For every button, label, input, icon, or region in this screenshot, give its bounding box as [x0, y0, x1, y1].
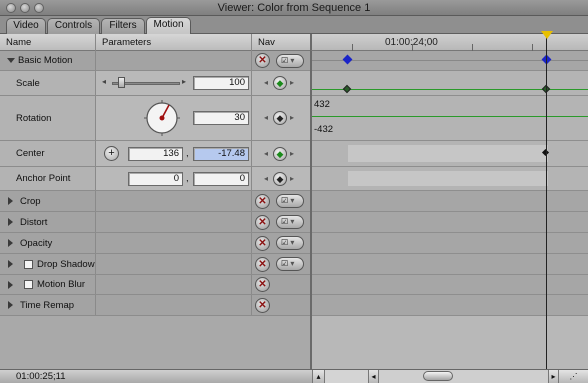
- tab-bar: Video Controls Filters Motion: [0, 16, 588, 35]
- center-separator: ,: [186, 148, 189, 159]
- center-x-field[interactable]: 136: [128, 147, 183, 161]
- tab-motion[interactable]: Motion: [146, 17, 191, 35]
- scroll-left-button[interactable]: ◂: [368, 370, 378, 383]
- column-nav-header[interactable]: Nav: [252, 34, 310, 51]
- window-close-button[interactable]: [6, 3, 16, 13]
- keyframe-menu-button[interactable]: ☑ ▾: [276, 236, 304, 250]
- reset-x-icon[interactable]: ✕: [255, 53, 270, 68]
- distort-label: Distort: [20, 217, 48, 228]
- column-parameters-header[interactable]: Parameters: [96, 34, 252, 51]
- rotation-label: Rotation: [16, 113, 52, 124]
- disclosure-triangle-closed-icon[interactable]: [8, 301, 13, 309]
- anchor-separator: ,: [186, 173, 189, 184]
- current-timecode[interactable]: 01:00:25;11: [2, 370, 72, 383]
- drop-shadow-label: Drop Shadow: [37, 259, 95, 270]
- window-minimize-button[interactable]: [20, 3, 30, 13]
- add-keyframe-icon[interactable]: ◆: [273, 147, 287, 161]
- rotation-min-label: -432: [314, 124, 334, 135]
- tab-video[interactable]: Video: [6, 18, 46, 34]
- disclosure-triangle-closed-icon[interactable]: [8, 197, 13, 205]
- center-y-field[interactable]: -17.48: [193, 147, 249, 161]
- prev-keyframe-icon[interactable]: ◂: [264, 149, 268, 158]
- reset-x-icon[interactable]: ✕: [255, 257, 270, 272]
- anchor-x-field[interactable]: 0: [128, 172, 183, 186]
- keyframe-menu-button[interactable]: ☑ ▾: [276, 257, 304, 271]
- disclosure-triangle-closed-icon[interactable]: [8, 260, 13, 268]
- next-keyframe-icon[interactable]: ▸: [290, 78, 294, 87]
- center-row: Center + 136 , -17.48 ◂ ◆ ▸: [0, 141, 310, 167]
- scale-label: Scale: [16, 78, 40, 89]
- rotation-dial[interactable]: [142, 98, 182, 138]
- scale-value-field[interactable]: 100: [193, 76, 249, 90]
- keyframe-menu-button[interactable]: ☑ ▾: [276, 194, 304, 208]
- params-empty-area: [0, 316, 310, 369]
- rotation-max-label: 432: [314, 99, 330, 110]
- scale-row: Scale ◂ ▸ 100 ◂ ◆ ▸: [0, 71, 310, 96]
- column-header: Name Parameters Nav: [0, 34, 310, 51]
- motion-blur-checkbox[interactable]: [24, 280, 33, 289]
- column-name-header[interactable]: Name: [0, 34, 96, 51]
- horizontal-scrollbar[interactable]: [378, 370, 548, 383]
- basic-motion-row: Basic Motion ✕ ☑ ▾: [0, 51, 310, 71]
- time-remap-label: Time Remap: [20, 300, 75, 311]
- playhead-handle[interactable]: [541, 31, 553, 39]
- scale-decrease-icon[interactable]: ◂: [102, 77, 106, 86]
- crop-label: Crop: [20, 196, 41, 207]
- drop-shadow-row: Drop Shadow ✕ ☑ ▾: [0, 254, 310, 275]
- next-keyframe-icon[interactable]: ▸: [290, 174, 294, 183]
- distort-row: Distort ✕ ☑ ▾: [0, 212, 310, 233]
- reset-x-icon[interactable]: ✕: [255, 236, 270, 251]
- center-crosshair-icon[interactable]: +: [104, 146, 119, 161]
- playhead[interactable]: [546, 34, 547, 370]
- disclosure-triangle-closed-icon[interactable]: [8, 239, 13, 247]
- disclosure-triangle-closed-icon[interactable]: [8, 218, 13, 226]
- window-zoom-button[interactable]: [34, 3, 44, 13]
- rotation-value-field[interactable]: 30: [193, 111, 249, 125]
- tab-filters[interactable]: Filters: [101, 18, 145, 34]
- keyframe-menu-button[interactable]: ☑ ▾: [276, 54, 304, 68]
- motion-blur-row: Motion Blur ✕: [0, 275, 310, 295]
- crop-row: Crop ✕ ☑ ▾: [0, 191, 310, 212]
- anchor-point-row: Anchor Point 0 , 0 ◂ ◆ ▸: [0, 167, 310, 191]
- reset-x-icon[interactable]: ✕: [255, 215, 270, 230]
- prev-keyframe-icon[interactable]: ◂: [264, 78, 268, 87]
- opacity-row: Opacity ✕ ☑ ▾: [0, 233, 310, 254]
- disclosure-triangle-closed-icon[interactable]: [8, 281, 13, 289]
- window-titlebar: Viewer: Color from Sequence 1: [0, 0, 588, 16]
- scroll-right-button[interactable]: ▸: [548, 370, 558, 383]
- opacity-label: Opacity: [20, 238, 53, 249]
- next-keyframe-icon[interactable]: ▸: [290, 149, 294, 158]
- basic-motion-label: Basic Motion: [18, 55, 73, 66]
- scale-slider-thumb[interactable]: [118, 77, 126, 88]
- reset-x-icon[interactable]: ✕: [255, 194, 270, 209]
- anchor-y-field[interactable]: 0: [193, 172, 249, 186]
- rotation-row: Rotation 30 ◂ ◆ ▸: [0, 96, 310, 141]
- prev-keyframe-icon[interactable]: ◂: [264, 113, 268, 122]
- add-keyframe-icon[interactable]: ◆: [273, 76, 287, 90]
- timeline-timecode: 01:00:24;00: [385, 37, 438, 48]
- next-keyframe-icon[interactable]: ▸: [290, 113, 294, 122]
- keyframe-marker[interactable]: [342, 54, 353, 65]
- keyframe-menu-button[interactable]: ☑ ▾: [276, 215, 304, 229]
- add-keyframe-icon[interactable]: ◆: [273, 172, 287, 186]
- motion-blur-label: Motion Blur: [37, 279, 86, 290]
- prev-keyframe-icon[interactable]: ◂: [264, 174, 268, 183]
- reset-x-icon[interactable]: ✕: [255, 277, 270, 292]
- status-bar: 01:00:25;11 ▴ ◂ ▸ ⋰: [0, 369, 588, 383]
- disclosure-triangle-open-icon[interactable]: [7, 58, 15, 63]
- add-keyframe-icon[interactable]: ◆: [273, 111, 287, 125]
- keyframe-marker[interactable]: [342, 84, 352, 94]
- time-remap-row: Time Remap ✕: [0, 295, 310, 316]
- tab-controls[interactable]: Controls: [47, 18, 100, 34]
- reset-x-icon[interactable]: ✕: [255, 298, 270, 313]
- zoom-slider-icon[interactable]: ▴: [312, 370, 324, 383]
- drop-shadow-checkbox[interactable]: [24, 260, 33, 269]
- resize-grip-icon[interactable]: ⋰: [558, 370, 588, 383]
- anchor-point-label: Anchor Point: [16, 173, 71, 184]
- center-label: Center: [16, 148, 45, 159]
- window-title: Viewer: Color from Sequence 1: [217, 2, 371, 14]
- zoom-slider[interactable]: [324, 370, 368, 383]
- scrollbar-thumb[interactable]: [423, 371, 453, 381]
- scale-increase-icon[interactable]: ▸: [182, 77, 186, 86]
